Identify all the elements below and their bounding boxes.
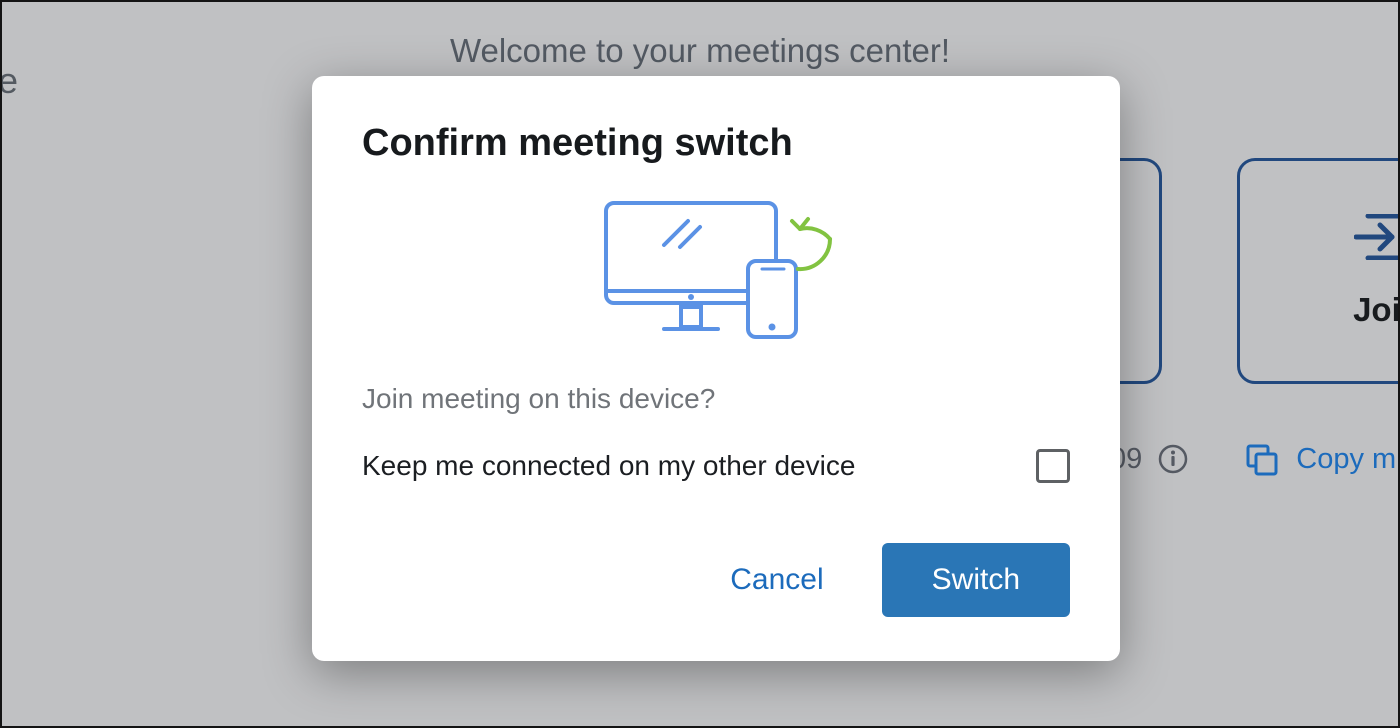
modal-overlay: Confirm meeting switch [2,2,1398,726]
switch-button[interactable]: Switch [882,543,1070,617]
modal-footer: Cancel Switch [362,543,1070,617]
keep-connected-label: Keep me connected on my other device [362,450,855,482]
keep-connected-checkbox[interactable] [1036,449,1070,483]
cancel-button[interactable]: Cancel [720,545,833,615]
device-switch-icon [362,197,1070,347]
modal-title: Confirm meeting switch [362,122,1070,165]
modal-question: Join meeting on this device? [362,383,1070,415]
keep-connected-row: Keep me connected on my other device [362,449,1070,483]
confirm-switch-modal: Confirm meeting switch [312,76,1120,661]
